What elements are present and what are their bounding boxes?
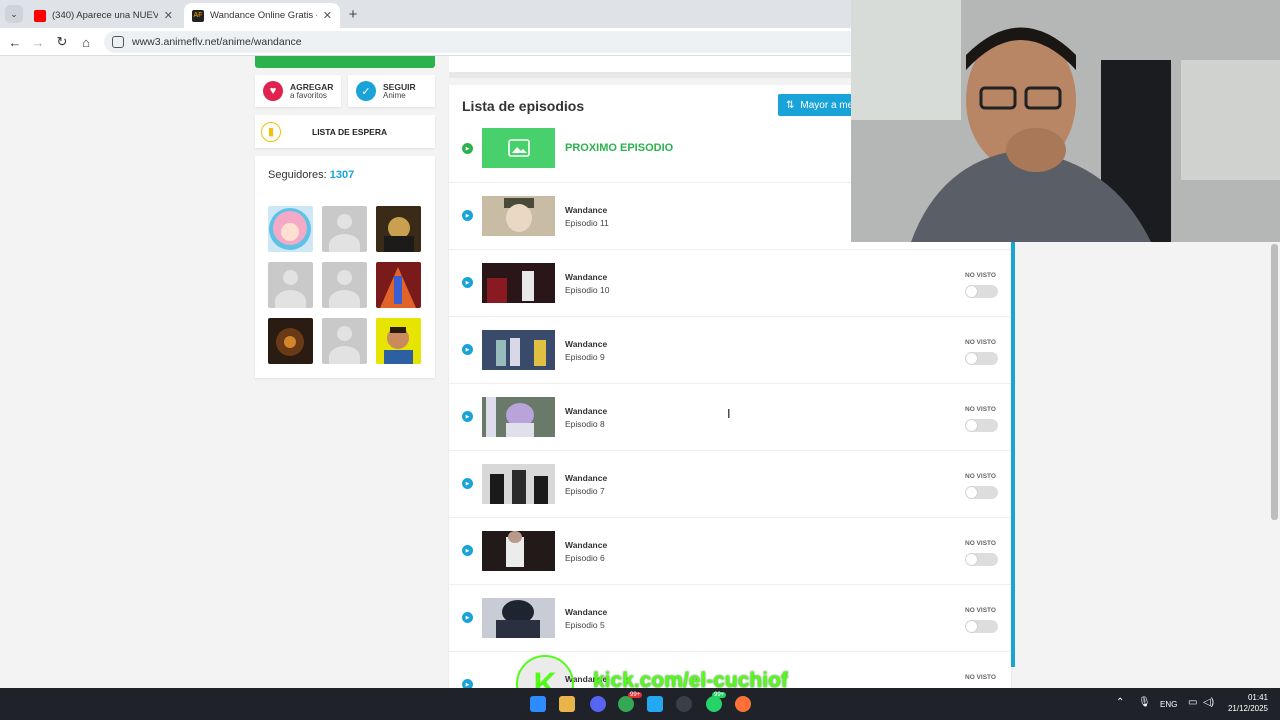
firefox-icon[interactable] — [735, 696, 751, 712]
sort-button[interactable]: ⇅ Mayor a me — [778, 94, 858, 116]
address-bar[interactable]: www3.animeflv.net/anime/wandance — [104, 31, 864, 53]
whatsapp-icon[interactable] — [706, 696, 722, 712]
chevron-up-icon[interactable]: ⌃ — [1116, 697, 1124, 708]
watched-toggle[interactable] — [965, 486, 998, 499]
heart-icon: ♥ — [263, 81, 283, 101]
follower-avatar[interactable] — [322, 206, 367, 252]
watched-toggle[interactable] — [965, 553, 998, 566]
network-icon[interactable]: ▭ — [1188, 697, 1197, 708]
watched-toggle[interactable] — [965, 352, 998, 365]
tab-youtube[interactable]: (340) Aparece una NUEVA CON ✕ — [26, 3, 181, 28]
episode-list-title: Lista de episodios — [462, 98, 585, 114]
youtube-icon — [34, 9, 46, 22]
followers-heading: Seguidores: 1307 — [268, 169, 355, 181]
bookmark-icon: ▮ — [261, 121, 281, 142]
follower-avatar[interactable] — [268, 262, 313, 308]
episode-row[interactable]: ▶ Wandance Episodio 5 NO VISTO — [449, 585, 1011, 652]
close-tab-icon[interactable]: ✕ — [164, 9, 173, 22]
play-icon: ▶ — [462, 344, 473, 355]
follower-avatar[interactable] — [268, 318, 313, 364]
volume-icon[interactable]: ◁) — [1203, 697, 1214, 708]
episode-row[interactable]: ▶ Wandance Episodio 7 NO VISTO — [449, 451, 1011, 518]
episode-row[interactable]: ▶ Wandance Episodio 10 NO VISTO — [449, 250, 1011, 317]
follow-button[interactable]: ✓ SEGUIR Anime — [348, 75, 435, 107]
windows-start-icon[interactable] — [530, 696, 546, 712]
follower-avatar[interactable] — [322, 318, 367, 364]
episode-thumbnail — [482, 464, 555, 504]
clock[interactable]: 01:41 21/12/2025 — [1222, 692, 1268, 714]
episode-row[interactable]: ▶ Wandance Episodio 6 NO VISTO — [449, 518, 1011, 585]
watched-toggle[interactable] — [965, 285, 998, 298]
chrome-icon[interactable] — [618, 696, 634, 712]
follower-avatar[interactable] — [376, 206, 421, 252]
episode-thumbnail — [482, 330, 555, 370]
list-accent-edge — [1011, 242, 1015, 667]
follower-avatar[interactable] — [376, 318, 421, 364]
watch-button-bar[interactable] — [255, 56, 435, 68]
check-icon: ✓ — [356, 81, 376, 101]
play-icon: ▶ — [462, 612, 473, 623]
episode-thumbnail — [482, 196, 555, 236]
play-icon: ▶ — [462, 277, 473, 288]
play-icon: ▶ — [462, 411, 473, 422]
text-cursor-icon: I — [727, 406, 731, 421]
reload-button[interactable]: ↻ — [53, 33, 71, 51]
microphone-icon[interactable]: 🎙 — [1138, 697, 1151, 708]
followers-panel: Seguidores: 1307 — [255, 156, 435, 378]
episode-thumbnail — [482, 531, 555, 571]
play-icon: ▶ — [462, 545, 473, 556]
webcam-overlay — [851, 0, 1280, 242]
episode-row[interactable]: ▶ Wandance Episodio 9 NO VISTO — [449, 317, 1011, 384]
close-tab-icon[interactable]: ✕ — [323, 9, 332, 22]
new-tab-button[interactable]: + — [344, 5, 362, 23]
sort-icon: ⇅ — [786, 99, 795, 111]
add-favorites-button[interactable]: ♥ AGREGAR a favoritos — [255, 75, 341, 107]
play-icon: ▶ — [462, 143, 473, 154]
url-text: www3.animeflv.net/anime/wandance — [132, 36, 302, 48]
waitlist-button[interactable]: ▮ LISTA DE ESPERA — [255, 115, 435, 148]
divider — [449, 72, 851, 78]
home-button[interactable]: ⌂ — [77, 33, 95, 51]
watched-toggle[interactable] — [965, 620, 998, 633]
page-scrollbar[interactable] — [1271, 244, 1278, 520]
episode-thumbnail — [482, 397, 555, 437]
tab-animeflv[interactable]: AF Wandance Online Gratis - Anim ✕ — [184, 3, 340, 28]
animeflv-icon: AF — [192, 9, 204, 22]
watched-toggle[interactable] — [965, 419, 998, 432]
tab-search-button[interactable]: ⌄ — [5, 5, 23, 23]
follower-avatar[interactable] — [268, 206, 313, 252]
forward-button[interactable]: → — [29, 33, 47, 51]
episode-thumbnail — [482, 598, 555, 638]
play-icon: ▶ — [462, 478, 473, 489]
follower-avatar[interactable] — [322, 262, 367, 308]
discord-icon[interactable] — [590, 696, 606, 712]
file-explorer-icon[interactable] — [559, 696, 575, 712]
image-placeholder-icon — [482, 128, 555, 168]
follower-avatar[interactable] — [376, 262, 421, 308]
vscode-icon[interactable] — [647, 696, 663, 712]
site-info-icon[interactable] — [112, 36, 124, 48]
episode-thumbnail — [482, 263, 555, 303]
play-icon: ▶ — [462, 210, 473, 221]
app-icon[interactable] — [676, 696, 692, 712]
back-button[interactable]: ← — [6, 33, 24, 51]
play-icon: ▶ — [462, 679, 473, 688]
next-episode-label: PROXIMO EPISODIO — [565, 142, 674, 154]
